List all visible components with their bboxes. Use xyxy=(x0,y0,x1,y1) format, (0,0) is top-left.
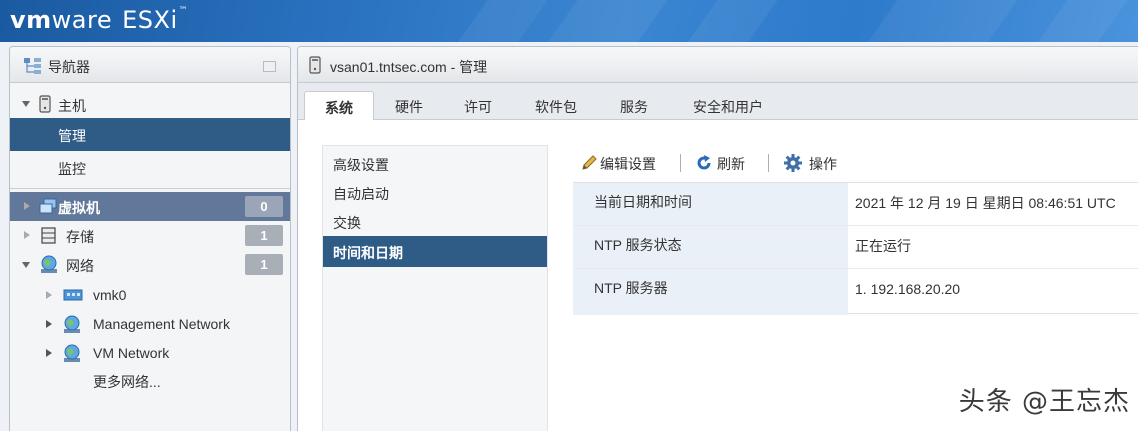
toolbar: 编辑设置 刷新 操作 xyxy=(578,152,1138,176)
toolbar-divider xyxy=(768,154,769,172)
property-key-ntp-status: NTP 服务状态 xyxy=(573,226,848,268)
subnav-swap[interactable]: 交换 xyxy=(323,206,547,237)
tab-system[interactable]: 系统 xyxy=(304,91,374,121)
property-value-ntp-servers: 1. 192.168.20.20 xyxy=(855,281,961,297)
refresh-label: 刷新 xyxy=(717,156,745,172)
gear-icon xyxy=(784,154,802,172)
nav-item-more-networks-label: 更多网络... xyxy=(93,374,161,390)
actions-button[interactable]: 操作 xyxy=(783,152,853,174)
tab-bar: 系统 硬件 许可 软件包 服务 安全和用户 xyxy=(298,83,1138,121)
navigator-panel: 导航器 主机 管理 监控 虚拟机 0 存储 1 网络 1 vmk0 Manage… xyxy=(9,46,291,431)
settings-subnav: 高级设置 自动启动 交换 时间和日期 xyxy=(322,145,548,431)
nav-item-virtual-machines-label: 虚拟机 xyxy=(58,200,100,216)
tab-licensing[interactable]: 许可 xyxy=(453,91,503,120)
subnav-advanced-settings[interactable]: 高级设置 xyxy=(323,148,547,179)
host-server-icon xyxy=(309,56,321,74)
property-value-current-datetime: 2021 年 12 月 19 日 星期日 08:46:51 UTC xyxy=(855,195,1116,211)
property-key-ntp-servers: NTP 服务器 xyxy=(573,269,848,315)
nav-item-more-networks[interactable]: 更多网络... xyxy=(10,366,290,395)
subnav-time-and-date[interactable]: 时间和日期 xyxy=(323,236,547,267)
storage-count-badge: 1 xyxy=(245,225,283,246)
nav-item-manage-label: 管理 xyxy=(58,128,86,144)
page-title: vsan01.tntsec.com - 管理 xyxy=(330,59,488,75)
caret-down-icon[interactable] xyxy=(22,262,30,268)
time-date-properties: 当前日期和时间 2021 年 12 月 19 日 星期日 08:46:51 UT… xyxy=(573,182,1138,315)
main-panel: vsan01.tntsec.com - 管理 系统 硬件 许可 软件包 服务 安… xyxy=(297,46,1138,431)
nav-item-networking[interactable]: 网络 1 xyxy=(10,250,290,279)
caret-right-icon[interactable] xyxy=(24,202,30,210)
vm-count-badge: 0 xyxy=(245,196,283,217)
collapse-panel-icon[interactable] xyxy=(263,61,276,72)
vmware-esxi-logo[interactable]: vmware ESXi™ xyxy=(10,6,188,34)
property-value-ntp-status: 正在运行 xyxy=(855,238,911,254)
toolbar-divider xyxy=(680,154,681,172)
tab-services[interactable]: 服务 xyxy=(609,91,659,120)
nav-item-vm-network[interactable]: VM Network xyxy=(10,339,290,368)
tab-packages[interactable]: 软件包 xyxy=(524,91,588,120)
caret-right-icon[interactable] xyxy=(24,231,30,239)
network-globe-icon xyxy=(41,255,57,273)
network-count-badge: 1 xyxy=(245,254,283,275)
main-header: vsan01.tntsec.com - 管理 xyxy=(298,47,1138,83)
virtual-machine-icon xyxy=(39,198,57,214)
pencil-icon xyxy=(582,155,597,170)
storage-icon xyxy=(41,227,56,244)
navigator-title: 导航器 xyxy=(48,59,90,75)
edit-settings-label: 编辑设置 xyxy=(600,156,656,172)
caret-right-icon[interactable] xyxy=(46,291,52,299)
top-banner: vmware ESXi™ xyxy=(0,0,1138,42)
nav-item-storage-label: 存储 xyxy=(66,229,94,245)
edit-settings-button[interactable]: 编辑设置 xyxy=(578,152,668,174)
property-row: 当前日期和时间 2021 年 12 月 19 日 星期日 08:46:51 UT… xyxy=(573,183,1138,226)
actions-label: 操作 xyxy=(809,156,837,172)
nav-item-manage[interactable]: 管理 xyxy=(10,118,290,151)
caret-right-icon[interactable] xyxy=(46,320,52,328)
property-row: NTP 服务器 1. 192.168.20.20 xyxy=(573,269,1138,315)
nav-item-host[interactable]: 主机 xyxy=(10,89,290,119)
caret-down-icon[interactable] xyxy=(22,101,30,107)
nav-item-management-network-label: Management Network xyxy=(93,316,230,332)
tab-hardware[interactable]: 硬件 xyxy=(384,91,434,120)
refresh-icon xyxy=(697,155,711,170)
nav-item-vmk0[interactable]: vmk0 xyxy=(10,281,290,310)
nav-item-vmk0-label: vmk0 xyxy=(93,287,127,303)
nav-item-storage[interactable]: 存储 1 xyxy=(10,221,290,250)
nav-item-monitor[interactable]: 监控 xyxy=(10,151,290,184)
host-server-icon xyxy=(39,95,51,113)
nav-divider xyxy=(10,188,290,189)
refresh-button[interactable]: 刷新 xyxy=(695,152,755,174)
property-key-current-datetime: 当前日期和时间 xyxy=(573,183,848,225)
network-globe-icon xyxy=(64,315,80,333)
nav-item-host-label: 主机 xyxy=(58,98,86,114)
tab-security-users[interactable]: 安全和用户 xyxy=(678,91,778,120)
property-row: NTP 服务状态 正在运行 xyxy=(573,226,1138,269)
network-globe-icon xyxy=(64,344,80,362)
nav-item-networking-label: 网络 xyxy=(66,258,94,274)
nav-item-virtual-machines[interactable]: 虚拟机 0 xyxy=(10,192,290,221)
subnav-autostart[interactable]: 自动启动 xyxy=(323,177,547,208)
navigator-header: 导航器 xyxy=(10,47,290,83)
vmkernel-nic-icon xyxy=(63,289,83,301)
watermark: 头条 @王忘杰 xyxy=(958,387,1130,417)
navigator-tree-icon xyxy=(24,58,41,74)
nav-item-vm-network-label: VM Network xyxy=(93,345,170,361)
nav-item-monitor-label: 监控 xyxy=(58,161,86,177)
caret-right-icon[interactable] xyxy=(46,349,52,357)
nav-item-management-network[interactable]: Management Network xyxy=(10,310,290,339)
